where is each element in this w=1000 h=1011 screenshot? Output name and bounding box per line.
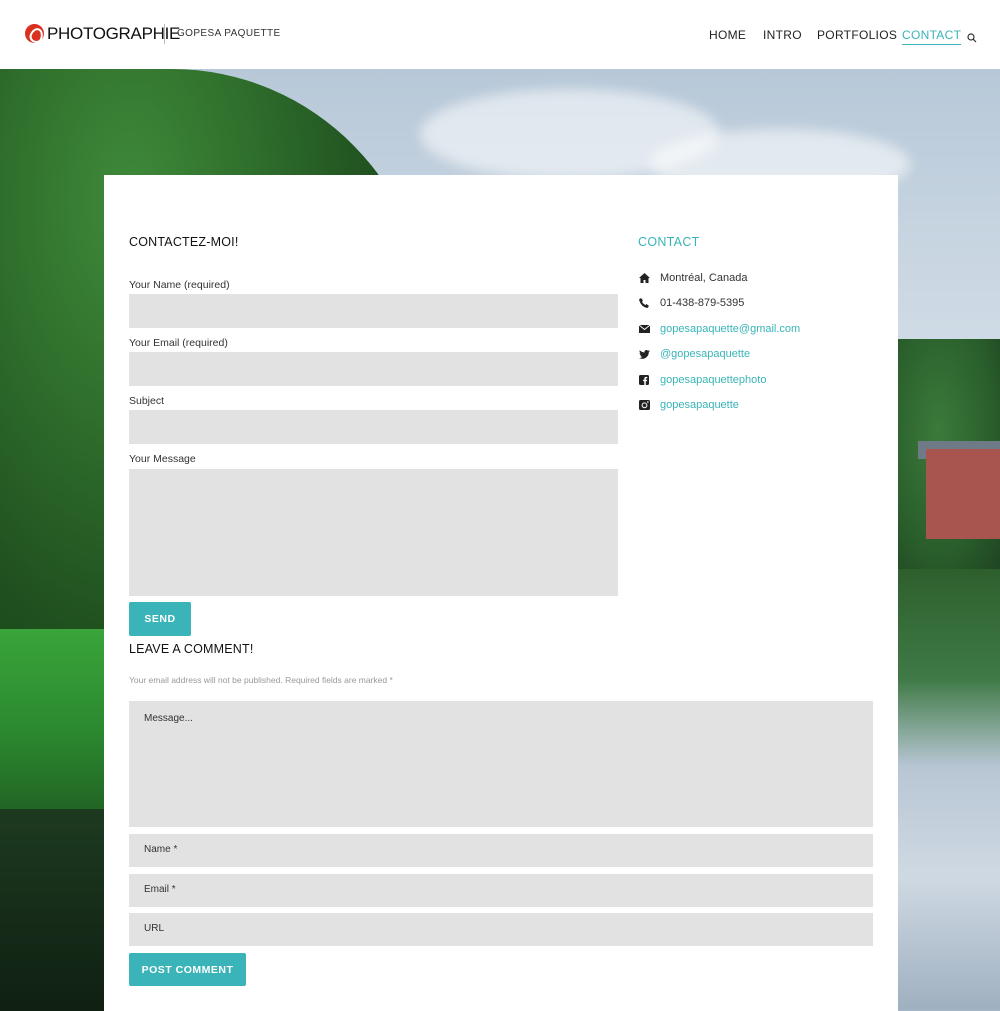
contact-form-title: CONTACTEZ-MOI! — [129, 235, 239, 249]
info-facebook[interactable]: gopesapaquettephoto — [638, 374, 766, 386]
logo-mark-icon — [25, 24, 44, 43]
contact-info-heading: CONTACT — [638, 235, 700, 249]
logo-text: PHOTOGRAPHIE — [47, 24, 181, 43]
home-icon — [638, 272, 650, 284]
address-text: Montréal, Canada — [660, 272, 748, 284]
nav-item-home[interactable]: HOME — [709, 28, 746, 42]
message-field[interactable] — [129, 469, 618, 596]
info-twitter[interactable]: @gopesapaquette — [638, 348, 750, 360]
name-field[interactable] — [129, 294, 618, 328]
name-label: Your Name (required) — [129, 279, 230, 291]
nav-item-intro[interactable]: INTRO — [763, 28, 802, 42]
comment-email-placeholder: Email * — [144, 884, 176, 895]
site-header: PHOTOGRAPHIE GOPESA PAQUETTE HOME INTRO … — [0, 0, 1000, 69]
comment-message-placeholder: Message... — [144, 713, 193, 724]
instagram-link[interactable]: gopesapaquette — [660, 399, 739, 411]
info-instagram[interactable]: gopesapaquette — [638, 399, 739, 411]
info-phone: 01-438-879-5395 — [638, 297, 744, 309]
phone-icon — [638, 297, 650, 309]
comment-form-note: Your email address will not be published… — [129, 675, 393, 685]
email-field[interactable] — [129, 352, 618, 386]
message-label: Your Message — [129, 453, 196, 465]
instagram-icon — [638, 399, 650, 411]
comment-url-placeholder: URL — [144, 923, 165, 934]
facebook-link[interactable]: gopesapaquettephoto — [660, 374, 766, 386]
comment-name-field[interactable]: Name * — [129, 834, 873, 867]
phone-text: 01-438-879-5395 — [660, 297, 745, 309]
comment-message-field[interactable]: Message... — [129, 701, 873, 827]
email-label: Your Email (required) — [129, 337, 228, 349]
nav-item-portfolios[interactable]: PORTFOLIOS — [817, 28, 897, 42]
content-card: CONTACTEZ-MOI! Your Name (required) Your… — [104, 175, 898, 1011]
comment-name-placeholder: Name * — [144, 844, 178, 855]
site-logo[interactable]: PHOTOGRAPHIE — [25, 24, 180, 43]
twitter-link[interactable]: @gopesapaquette — [660, 348, 750, 360]
comment-form-title: LEAVE A COMMENT! — [129, 642, 254, 656]
logo-divider — [164, 24, 165, 44]
search-icon[interactable] — [967, 30, 977, 48]
email-link[interactable]: gopesapaquette@gmail.com — [660, 323, 800, 335]
comment-url-field[interactable]: URL — [129, 913, 873, 946]
post-comment-button[interactable]: POST COMMENT — [129, 953, 246, 986]
send-button[interactable]: SEND — [129, 602, 191, 636]
nav-item-contact[interactable]: CONTACT — [902, 28, 962, 45]
comment-email-field[interactable]: Email * — [129, 874, 873, 907]
envelope-icon — [638, 323, 650, 335]
subject-field[interactable] — [129, 410, 618, 444]
info-address: Montréal, Canada — [638, 272, 747, 284]
subject-label: Subject — [129, 395, 165, 407]
twitter-icon — [638, 348, 650, 360]
facebook-icon — [638, 374, 650, 386]
info-email[interactable]: gopesapaquette@gmail.com — [638, 323, 800, 335]
site-name: GOPESA PAQUETTE — [177, 28, 281, 39]
